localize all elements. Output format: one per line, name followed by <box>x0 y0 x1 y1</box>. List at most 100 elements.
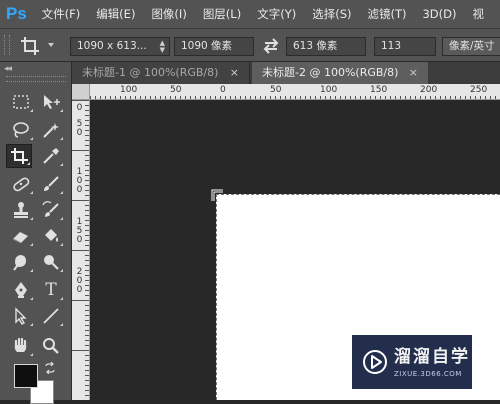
menu-type[interactable]: 文字(Y) <box>257 6 296 22</box>
eyedropper-tool[interactable] <box>38 144 64 168</box>
ruler-label: 0 <box>76 185 83 195</box>
foreground-color-swatch[interactable] <box>14 364 38 388</box>
brush-tool[interactable] <box>38 172 64 196</box>
menu-3d[interactable]: 3D(D) <box>422 7 456 21</box>
play-logo-icon <box>363 350 387 374</box>
resolution-field[interactable]: 113 <box>374 37 436 56</box>
tool-group-indicator <box>60 243 63 246</box>
menu-bar: Ps 文件(F) 编辑(E) 图像(I) 图层(L) 文字(Y) 选择(S) 滤… <box>0 0 500 28</box>
watermark-logo: 溜溜自学 ZIXUE.3D66.COM <box>352 335 472 389</box>
tab-label: 未标题-1 @ 100%(RGB/8) <box>82 66 219 79</box>
magic-wand-icon <box>43 123 59 138</box>
tab-label: 未标题-2 @ 100%(RGB/8) <box>262 66 399 79</box>
dodge-tool[interactable] <box>38 250 64 274</box>
tool-group-indicator <box>60 217 63 220</box>
options-bar-grip[interactable] <box>4 35 10 55</box>
zoom-tool[interactable] <box>38 334 64 358</box>
history-brush-tool[interactable] <box>38 198 64 222</box>
hand-tool[interactable] <box>8 334 34 358</box>
type-icon: T <box>45 280 57 300</box>
ruler-origin[interactable] <box>72 84 90 100</box>
tool-group-indicator <box>30 217 33 220</box>
ruler-ticks <box>72 100 89 396</box>
ruler-label: 50 <box>270 85 282 95</box>
eyedropper-icon <box>43 148 59 164</box>
menu-view[interactable]: 视 <box>473 6 485 22</box>
rectangular-marquee-icon <box>13 95 29 109</box>
tab-document-1[interactable]: 未标题-1 @ 100%(RGB/8) × <box>72 62 250 84</box>
menu-image[interactable]: 图像(I) <box>151 6 186 22</box>
paint-bucket-icon <box>45 229 58 242</box>
crop-width-field[interactable]: 1090 像素 <box>174 37 254 56</box>
close-icon[interactable]: × <box>409 62 418 84</box>
tool-group-indicator <box>27 162 30 165</box>
menu-layer[interactable]: 图层(L) <box>203 6 241 22</box>
tool-group-indicator <box>60 163 63 166</box>
watermark-text: 溜溜自学 ZIXUE.3D66.COM <box>394 347 470 378</box>
line-tool[interactable] <box>38 304 64 328</box>
tool-group-indicator <box>30 243 33 246</box>
brush-icon <box>44 176 59 191</box>
ruler-label: 50 <box>170 85 182 95</box>
crop-height-field[interactable]: 613 像素 <box>286 37 366 56</box>
close-icon[interactable]: × <box>230 62 239 84</box>
tool-group-indicator <box>30 191 33 194</box>
menu-select[interactable]: 选择(S) <box>312 6 351 22</box>
chevron-down-icon[interactable] <box>48 43 54 47</box>
watermark-title: 溜溜自学 <box>394 346 470 367</box>
horizontal-ruler[interactable]: 100 50 0 50 100 150 200 250 <box>90 84 500 100</box>
lasso-icon <box>13 122 29 138</box>
ruler-label: 150 <box>370 85 388 95</box>
tool-group-indicator <box>60 137 63 140</box>
photoshop-logo: Ps <box>6 4 27 23</box>
crop-icon <box>21 37 39 55</box>
updown-arrows-icon: ▲ ▼ <box>159 39 165 54</box>
eraser-tool[interactable] <box>8 224 34 248</box>
zoom-icon <box>43 338 59 354</box>
blur-tool[interactable] <box>8 250 34 274</box>
resolution-unit-select[interactable]: 像素/英寸 <box>442 37 500 56</box>
tools-panel: ◂◂ T <box>0 62 72 404</box>
type-tool[interactable]: T <box>38 278 64 302</box>
move-tool[interactable] <box>38 90 64 114</box>
crop-ratio-select[interactable]: 1090 x 613... ▲ ▼ <box>70 37 170 56</box>
menu-file[interactable]: 文件(F) <box>42 6 81 22</box>
watermark-subtitle: ZIXUE.3D66.COM <box>394 369 462 378</box>
eraser-icon <box>12 232 28 244</box>
ruler-label: 100 <box>320 85 338 95</box>
crop-ratio-value: 1090 x 613... <box>77 40 147 52</box>
tool-group-indicator <box>30 269 33 272</box>
move-icon <box>44 95 60 109</box>
swap-colors-icon[interactable] <box>44 362 56 374</box>
crop-icon <box>11 148 28 164</box>
tool-group-indicator <box>60 109 63 112</box>
magic-wand-tool[interactable] <box>38 118 64 142</box>
pen-tool[interactable] <box>8 278 34 302</box>
ruler-ticks <box>90 96 496 99</box>
tab-document-2[interactable]: 未标题-2 @ 100%(RGB/8) × <box>252 62 428 84</box>
path-selection-tool[interactable] <box>8 304 34 328</box>
menu-edit[interactable]: 编辑(E) <box>96 6 135 22</box>
lasso-tool[interactable] <box>8 118 34 142</box>
collapse-toolbar-icon[interactable]: ◂◂ <box>4 64 12 74</box>
ruler-label: 0 <box>76 235 83 245</box>
crop-tool[interactable] <box>6 144 32 168</box>
crop-handle[interactable] <box>210 188 224 202</box>
tool-preset-picker[interactable] <box>18 35 46 57</box>
clone-stamp-tool[interactable] <box>8 198 34 222</box>
menu-filter[interactable]: 滤镜(T) <box>367 6 406 22</box>
ruler-label: 250 <box>470 85 488 95</box>
ruler-label: 0 <box>76 128 83 138</box>
swap-dimensions-icon[interactable] <box>262 38 280 54</box>
options-bar: 1090 x 613... ▲ ▼ 1090 像素 613 像素 113 像素/英… <box>0 28 500 62</box>
clone-stamp-icon <box>14 202 28 218</box>
line-icon <box>43 308 59 324</box>
healing-brush-tool[interactable] <box>8 172 34 196</box>
paint-bucket-tool[interactable] <box>38 224 64 248</box>
rectangular-marquee-tool[interactable] <box>8 90 34 114</box>
toolbar-grip[interactable] <box>6 76 66 82</box>
tool-group-indicator <box>60 269 63 272</box>
tool-group-indicator <box>30 353 33 356</box>
vertical-ruler[interactable]: 0 5 0 1 0 0 1 5 0 2 0 0 <box>72 100 90 400</box>
tool-group-indicator <box>60 323 63 326</box>
